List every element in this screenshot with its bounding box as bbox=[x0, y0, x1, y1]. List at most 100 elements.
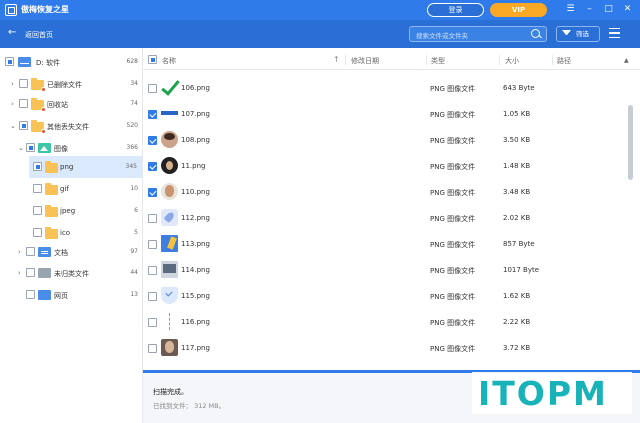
search-input[interactable]: 搜索文件或文件夹 bbox=[409, 26, 547, 42]
table-row[interactable]: 113.png PNG 图像文件 857 Byte bbox=[143, 231, 624, 257]
row-checkbox[interactable] bbox=[148, 318, 157, 327]
column-header-path[interactable]: 路径 bbox=[557, 56, 571, 66]
tree-item-documents[interactable]: › 文档 97 bbox=[0, 241, 143, 263]
back-to-home-link[interactable]: 返回首页 bbox=[25, 30, 53, 40]
chevron-right-icon[interactable]: › bbox=[11, 100, 14, 108]
tree-checkbox[interactable] bbox=[26, 268, 35, 277]
table-row[interactable]: 106.png PNG 图像文件 643 Byte bbox=[143, 75, 624, 101]
column-divider[interactable] bbox=[552, 55, 553, 65]
column-header-type[interactable]: 类型 bbox=[431, 56, 445, 66]
chevron-right-icon[interactable]: › bbox=[18, 269, 21, 277]
chevron-right-icon[interactable]: › bbox=[18, 248, 21, 256]
tree-checkbox[interactable] bbox=[33, 206, 42, 215]
row-checkbox[interactable] bbox=[148, 162, 157, 171]
row-checkbox[interactable] bbox=[148, 266, 157, 275]
tree-checkbox[interactable] bbox=[26, 247, 35, 256]
column-divider[interactable] bbox=[499, 55, 500, 65]
table-row[interactable]: 117.png PNG 图像文件 3.72 KB bbox=[143, 335, 624, 361]
sort-ascending-icon[interactable]: ↑ bbox=[333, 55, 340, 64]
tree-item-web[interactable]: 网页 13 bbox=[0, 284, 143, 306]
file-name: 112.png bbox=[181, 214, 210, 222]
close-icon[interactable]: ✕ bbox=[622, 4, 633, 15]
chevron-down-icon[interactable]: ⌄ bbox=[18, 144, 24, 152]
tree-checkbox[interactable] bbox=[19, 79, 28, 88]
file-name: 114.png bbox=[181, 266, 210, 274]
vip-button[interactable]: VIP bbox=[490, 3, 547, 17]
menu-icon[interactable] bbox=[609, 28, 620, 38]
row-checkbox[interactable] bbox=[148, 188, 157, 197]
filter-button[interactable]: 筛选 bbox=[556, 26, 600, 42]
tree-item-drive-d[interactable]: D: 软件 628 bbox=[0, 51, 143, 73]
maximize-icon[interactable]: □ bbox=[603, 4, 614, 15]
scroll-up-icon[interactable]: ▲ bbox=[624, 57, 629, 64]
table-row[interactable]: 112.png PNG 图像文件 2.02 KB bbox=[143, 205, 624, 231]
column-header-modified[interactable]: 修改日期 bbox=[351, 56, 379, 66]
column-divider[interactable] bbox=[345, 55, 346, 65]
tree-item-count: 6 bbox=[134, 207, 138, 214]
file-name: 117.png bbox=[181, 344, 210, 352]
folder-icon bbox=[45, 161, 58, 173]
tree-checkbox[interactable] bbox=[26, 290, 35, 299]
drive-icon bbox=[18, 57, 31, 67]
tree-checkbox[interactable] bbox=[33, 184, 42, 193]
vertical-scrollbar[interactable] bbox=[628, 75, 634, 370]
minimize-icon[interactable]: – bbox=[584, 4, 595, 15]
blue-bar-thumbnail-icon bbox=[161, 105, 178, 122]
row-checkbox[interactable] bbox=[148, 214, 157, 223]
file-name: 106.png bbox=[181, 84, 210, 92]
file-type: PNG 图像文件 bbox=[430, 215, 476, 223]
row-checkbox[interactable] bbox=[148, 344, 157, 353]
tree-checkbox[interactable] bbox=[26, 143, 35, 152]
select-all-checkbox[interactable] bbox=[148, 55, 157, 64]
search-icon[interactable] bbox=[531, 29, 540, 38]
table-row[interactable]: 110.png PNG 图像文件 3.48 KB bbox=[143, 179, 624, 205]
checkmark-thumbnail-icon bbox=[161, 79, 178, 96]
column-header-name[interactable]: 名称 bbox=[162, 56, 176, 66]
scan-status-text: 扫描完成。 bbox=[153, 388, 188, 396]
table-row[interactable]: 114.png PNG 图像文件 1017 Byte bbox=[143, 257, 624, 283]
row-checkbox[interactable] bbox=[148, 292, 157, 301]
tree-checkbox[interactable] bbox=[19, 99, 28, 108]
column-divider[interactable] bbox=[426, 55, 427, 65]
tree-item-deleted-files[interactable]: › 已删除文件 34 bbox=[0, 73, 143, 95]
login-button[interactable]: 登录 bbox=[427, 3, 484, 17]
row-checkbox[interactable] bbox=[148, 110, 157, 119]
table-row[interactable]: 107.png PNG 图像文件 1.05 KB bbox=[143, 101, 624, 127]
account-icon[interactable]: ☰ bbox=[565, 4, 576, 15]
tree-item-label: 其他丢失文件 bbox=[47, 123, 89, 131]
file-size: 1.62 KB bbox=[503, 292, 531, 300]
column-header-size[interactable]: 大小 bbox=[505, 56, 519, 66]
back-arrow-icon[interactable]: ← bbox=[8, 28, 16, 38]
tree-item-count: 520 bbox=[126, 122, 138, 129]
file-type: PNG 图像文件 bbox=[430, 111, 476, 119]
row-checkbox[interactable] bbox=[148, 84, 157, 93]
tree-item-label: jpeg bbox=[60, 207, 76, 215]
tree-checkbox[interactable] bbox=[33, 228, 42, 237]
tree-item-jpeg[interactable]: jpeg 6 bbox=[0, 200, 143, 222]
tree-item-png[interactable]: png 345 bbox=[29, 156, 142, 178]
tree-item-other-lost-files[interactable]: ⌄ 其他丢失文件 520 bbox=[0, 115, 143, 137]
chevron-down-icon[interactable]: ⌄ bbox=[10, 122, 16, 130]
tree-item-label: 已删除文件 bbox=[47, 81, 82, 89]
chevron-right-icon[interactable]: › bbox=[11, 80, 14, 88]
row-checkbox[interactable] bbox=[148, 136, 157, 145]
row-checkbox[interactable] bbox=[148, 240, 157, 249]
image-icon bbox=[38, 143, 51, 153]
tree-checkbox[interactable] bbox=[33, 162, 42, 171]
tree-item-unclassified[interactable]: › 未归类文件 44 bbox=[0, 262, 143, 284]
scrollbar-thumb[interactable] bbox=[628, 105, 633, 180]
tree-item-count: 366 bbox=[126, 144, 138, 151]
tree-item-label: 网页 bbox=[54, 292, 68, 300]
table-row[interactable]: 115.png PNG 图像文件 1.62 KB bbox=[143, 283, 624, 309]
tree-item-count: 10 bbox=[130, 185, 138, 192]
tree-checkbox[interactable] bbox=[19, 121, 28, 130]
found-files-text: 已找到文件： 312 MB。 bbox=[153, 402, 226, 410]
file-type: PNG 图像文件 bbox=[430, 85, 476, 93]
file-size: 1.48 KB bbox=[503, 162, 531, 170]
table-row[interactable]: 108.png PNG 图像文件 3.50 KB bbox=[143, 127, 624, 153]
tree-checkbox[interactable] bbox=[5, 57, 14, 66]
table-row[interactable]: 116.png PNG 图像文件 2.22 KB bbox=[143, 309, 624, 335]
table-row[interactable]: 11.png PNG 图像文件 1.48 KB bbox=[143, 153, 624, 179]
tree-item-gif[interactable]: gif 10 bbox=[0, 178, 143, 200]
tree-item-recycle-bin[interactable]: › 回收站 74 bbox=[0, 93, 143, 115]
